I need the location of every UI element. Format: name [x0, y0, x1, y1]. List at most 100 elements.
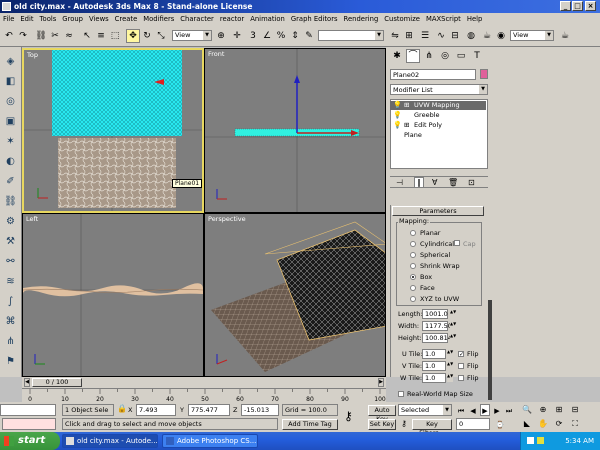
- layer-manager-icon[interactable]: ☰: [418, 29, 432, 43]
- start-button[interactable]: start: [0, 432, 60, 450]
- expand-icon[interactable]: ⊞: [404, 121, 409, 130]
- create-tab-icon[interactable]: ✱: [390, 49, 404, 63]
- menu-create[interactable]: Create: [112, 13, 141, 23]
- show-end-result-icon[interactable]: ∥: [414, 177, 424, 188]
- mirror-icon[interactable]: ⇋: [388, 29, 402, 43]
- render-last-icon[interactable]: ☕: [558, 29, 572, 43]
- time-prev-icon[interactable]: ◀: [24, 378, 30, 387]
- viewport-label-perspective[interactable]: Perspective: [208, 215, 246, 223]
- maximize-viewport-icon[interactable]: ⛶: [568, 417, 582, 431]
- select-rotate-icon[interactable]: ↻: [140, 29, 154, 43]
- schematic-view-icon[interactable]: ⊟: [448, 29, 462, 43]
- maximize-button[interactable]: □: [572, 1, 583, 11]
- modifier-icon[interactable]: ⌘: [3, 315, 18, 330]
- spline-icon[interactable]: ∫: [3, 295, 18, 310]
- utile-spinner[interactable]: ▲▼: [447, 350, 453, 358]
- vtile-spinner[interactable]: ▲▼: [447, 362, 453, 370]
- key-icon[interactable]: ⚷: [344, 409, 353, 423]
- selected-combo[interactable]: Selected ▼: [398, 404, 452, 416]
- key-mode-icon[interactable]: ⚷: [398, 418, 410, 430]
- stack-item-edit-poly[interactable]: 💡 ⊞ Edit Poly: [390, 121, 486, 130]
- particles-icon[interactable]: ✶: [3, 135, 18, 150]
- gear-icon[interactable]: ⚙: [3, 215, 18, 230]
- angle-snap-icon[interactable]: ∠: [260, 29, 274, 43]
- viewport-label-top[interactable]: Top: [27, 51, 38, 59]
- taskbar-item-photoshop[interactable]: Adobe Photoshop CS...: [162, 434, 258, 448]
- wflip-checkbox[interactable]: [458, 375, 464, 381]
- zoom-extents-all-icon[interactable]: ⊟: [568, 403, 582, 417]
- play-icon[interactable]: ▶: [480, 404, 490, 416]
- lightbulb-icon[interactable]: 💡: [393, 121, 402, 130]
- make-unique-icon[interactable]: ∀: [432, 178, 437, 187]
- y-coordinate-field[interactable]: 775.477: [188, 404, 230, 416]
- width-input[interactable]: 1177.50: [422, 321, 452, 331]
- material-editor-icon[interactable]: ◍: [464, 29, 478, 43]
- viewport-perspective[interactable]: Perspective: [204, 213, 386, 377]
- named-selection-icon[interactable]: ✎: [302, 29, 316, 43]
- select-link-icon[interactable]: ⛓: [34, 29, 48, 43]
- viewport-label-front[interactable]: Front: [208, 50, 224, 58]
- display-tab-icon[interactable]: ▭: [454, 49, 468, 63]
- viewport-left[interactable]: Left: [22, 213, 204, 377]
- menu-maxscript[interactable]: MAXScript: [423, 13, 464, 23]
- goto-end-icon[interactable]: ⏭: [504, 404, 514, 416]
- auto-key-button[interactable]: Auto Key: [368, 405, 396, 423]
- time-slider[interactable]: ◀ 0 / 100 ▶: [22, 377, 386, 388]
- stack-item-greeble[interactable]: 💡 Greeble: [390, 111, 486, 120]
- menu-help[interactable]: Help: [464, 13, 486, 23]
- cameras-icon[interactable]: ◧: [3, 75, 18, 90]
- redo-icon[interactable]: ↷: [16, 29, 30, 43]
- object-color-swatch[interactable]: [480, 69, 488, 79]
- menu-tools[interactable]: Tools: [37, 13, 60, 23]
- viewport-top[interactable]: Top Plane01: [22, 48, 204, 213]
- helpers-icon[interactable]: ◎: [3, 95, 18, 110]
- named-selection-sets-combo[interactable]: ▼: [318, 30, 384, 41]
- radio-box[interactable]: [410, 274, 416, 280]
- curve-editor-icon[interactable]: ∿: [434, 29, 448, 43]
- skin-icon[interactable]: ≋: [3, 275, 18, 290]
- command-panel-scrollbar[interactable]: [488, 300, 492, 400]
- wtile-input[interactable]: 1.0: [422, 373, 446, 383]
- zoom-extents-icon[interactable]: ⊞: [552, 403, 566, 417]
- bone-icon[interactable]: ⚯: [3, 255, 18, 270]
- add-time-tag-button[interactable]: Add Time Tag: [282, 419, 338, 430]
- object-name-field[interactable]: Plane02: [390, 69, 476, 80]
- height-input[interactable]: 100.814: [422, 333, 452, 343]
- maxscript-output-field[interactable]: [2, 418, 56, 430]
- modify-tab-icon[interactable]: ⌒: [406, 49, 420, 63]
- vflip-checkbox[interactable]: [458, 363, 464, 369]
- vtile-input[interactable]: 1.0: [422, 361, 446, 371]
- height-spinner[interactable]: ▲▼: [450, 334, 456, 342]
- bind-space-warp-icon[interactable]: ≈: [62, 29, 76, 43]
- track-bar[interactable]: 0 10 20 30 40 50 60 70 80 90 100: [22, 388, 386, 403]
- utilities-icon[interactable]: ⚑: [3, 355, 18, 370]
- stack-item-uvw-mapping[interactable]: 💡 ⊞ UVW Mapping: [390, 101, 486, 110]
- menu-edit[interactable]: Edit: [17, 13, 36, 23]
- unlink-icon[interactable]: ✂: [48, 29, 62, 43]
- wtile-spinner[interactable]: ▲▼: [447, 374, 453, 382]
- stack-item-plane[interactable]: Plane: [390, 131, 486, 140]
- length-input[interactable]: 1001.0: [422, 309, 448, 319]
- select-scale-icon[interactable]: ⤡: [154, 29, 168, 43]
- menu-rendering[interactable]: Rendering: [341, 13, 382, 23]
- z-coordinate-field[interactable]: -15.013: [241, 404, 279, 416]
- set-key-button[interactable]: Set Key: [368, 419, 396, 430]
- time-slider-thumb[interactable]: 0 / 100: [32, 378, 82, 387]
- chain-icon[interactable]: ⛓: [3, 195, 18, 210]
- next-frame-icon[interactable]: ▶: [492, 404, 502, 416]
- select-move-icon[interactable]: ✥: [126, 29, 140, 43]
- region-select-icon[interactable]: ⬚: [108, 29, 122, 43]
- realworld-checkbox[interactable]: [398, 391, 404, 397]
- clock[interactable]: 5:34 AM: [565, 437, 594, 445]
- time-next-icon[interactable]: ▶: [378, 378, 384, 387]
- zoom-icon[interactable]: 🔍: [520, 403, 534, 417]
- taskbar-item-3dsmax[interactable]: old city.max - Autode...: [62, 434, 158, 448]
- radio-spherical[interactable]: [410, 252, 416, 258]
- volume-icon[interactable]: [537, 437, 544, 444]
- shapes-icon[interactable]: ◐: [3, 155, 18, 170]
- radio-planar[interactable]: [410, 230, 416, 236]
- pin-stack-icon[interactable]: ⊣: [396, 178, 403, 187]
- current-frame-field[interactable]: 0: [456, 418, 490, 430]
- motion-tab-icon[interactable]: ◎: [438, 49, 452, 63]
- length-spinner[interactable]: ▲▼: [450, 310, 456, 318]
